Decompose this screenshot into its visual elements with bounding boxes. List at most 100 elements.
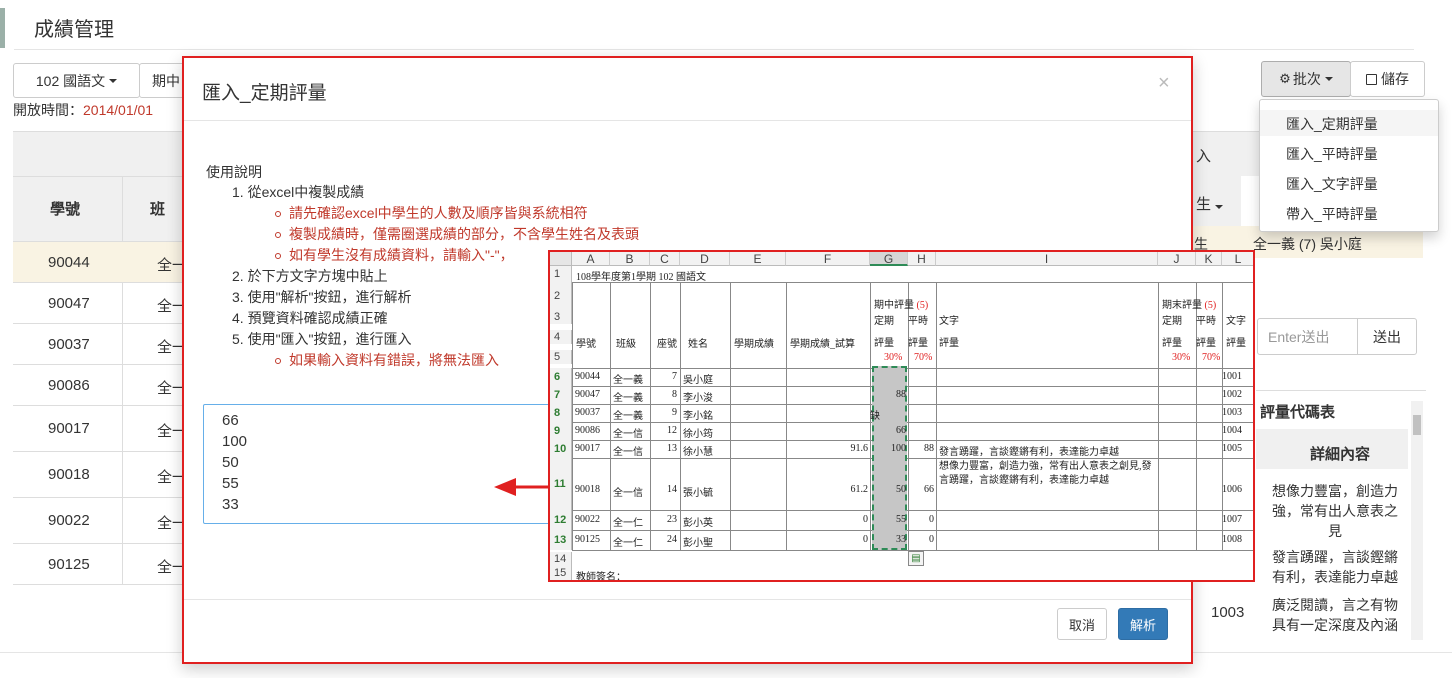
excel-hdr-id: 學號	[576, 339, 596, 350]
excel-cell-name: 彭小英	[683, 518, 713, 529]
excel-cell-regular: 缺	[870, 411, 880, 422]
excel-cell-id: 90017	[575, 443, 600, 454]
send-button[interactable]: 送出	[1357, 318, 1417, 355]
enter-input[interactable]: Enter送出	[1257, 318, 1358, 355]
excel-row-header-12: 12	[550, 510, 572, 530]
menu-item-import-text[interactable]: 匯入_文字評量	[1286, 174, 1378, 194]
bg-table-bottom	[13, 584, 188, 585]
chevron-down-icon	[1215, 205, 1224, 209]
step-5-sub-1-text: 如果輸入資料有錯誤，將無法匯入	[289, 352, 499, 368]
excel-cell-code: 1005	[1222, 443, 1242, 454]
excel-cell-regular: 88	[896, 389, 906, 400]
menu-item-import-regular[interactable]: 匯入_定期評量	[1286, 114, 1378, 134]
excel-row-header-5: 5	[550, 350, 572, 364]
batch-dropdown-menu: 匯入_定期評量 匯入_平時評量 匯入_文字評量 帶入_平時評量	[1259, 99, 1439, 232]
menu-item-import-usual[interactable]: 匯入_平時評量	[1286, 144, 1378, 164]
excel-hdr-final-p30: 30%	[1172, 352, 1191, 363]
excel-hdr-final-regular-1: 定期	[1162, 316, 1182, 327]
excel-gridline	[610, 282, 611, 550]
right-subheader-label: 生	[1196, 196, 1212, 213]
menu-item-bring-usual[interactable]: 帶入_平時評量	[1286, 204, 1378, 224]
cell-student-id: 90022	[48, 512, 90, 529]
step-1: 1. 從excel中複製成績	[232, 184, 365, 200]
code-scrollbar[interactable]	[1411, 401, 1423, 640]
excel-cell-usual: 0	[929, 534, 934, 545]
excel-gridline	[572, 458, 1253, 459]
excel-cell-sem-trial: 61.2	[850, 484, 869, 495]
excel-cell-seat: 13	[667, 443, 677, 454]
batch-button[interactable]: ⚙ 批次	[1261, 61, 1351, 97]
modal-footer-divider	[184, 599, 1191, 600]
excel-col-A: A	[572, 252, 610, 266]
excel-hdr-final-regular-2: 評量	[1162, 338, 1182, 349]
code-value: 1003	[1211, 604, 1245, 621]
page-title: 成績管理	[34, 19, 114, 41]
header-accent-bar	[0, 8, 5, 48]
excel-cell-class: 全一仁	[613, 538, 643, 549]
excel-cell-class: 全一仁	[613, 518, 643, 529]
excel-cell-name: 吳小庭	[683, 375, 713, 386]
excel-col-B: B	[610, 252, 650, 266]
excel-col-I: I	[936, 252, 1158, 266]
excel-cell-id: 90044	[575, 371, 600, 382]
excel-cell-name: 徐小慧	[683, 447, 713, 458]
excel-hdr-final-usual-1: 平時	[1196, 316, 1216, 327]
excel-cell-id: 90047	[575, 389, 600, 400]
excel-hdr-text-1: 文字	[939, 316, 959, 327]
open-time-value: 2014/01/01	[83, 102, 154, 118]
excel-hdr-seat: 座號	[657, 339, 677, 350]
excel-row-header-8: 8	[550, 404, 572, 422]
excel-cell-id: 90086	[575, 425, 600, 436]
excel-hdr-name: 姓名	[688, 339, 708, 350]
excel-cell-usual: 66	[924, 484, 934, 495]
excel-cell-code: 1008	[1222, 534, 1242, 545]
code-row-2: 發言踴躍，言談鏗鏘有利，表達能力卓越	[1272, 549, 1398, 585]
excel-col-J: J	[1158, 252, 1196, 266]
save-button[interactable]: 儲存	[1350, 61, 1425, 97]
cancel-label: 取消	[1068, 617, 1095, 633]
right-header-frag: 入	[1196, 148, 1212, 165]
period-label: 期中	[152, 72, 180, 89]
excel-hdr-sem: 學期成績	[734, 339, 774, 350]
step-4: 4. 預覽資料確認成績正確	[232, 310, 388, 326]
subject-label: 102 國語文	[35, 72, 106, 89]
excel-gridline	[680, 282, 681, 550]
step-1-sub-1-text: 請先確認excel中學生的人數及順序皆與系統相符	[289, 205, 588, 221]
excel-cell-seat: 7	[672, 371, 677, 382]
excel-cell-code: 1002	[1222, 389, 1242, 400]
excel-hdr-final-usual-2: 評量	[1196, 338, 1216, 349]
excel-gridline	[572, 404, 1253, 405]
close-icon[interactable]: ×	[1158, 72, 1170, 95]
table-row: 90018 全一	[13, 451, 188, 497]
excel-cell-seat: 24	[667, 534, 677, 545]
excel-corner	[550, 252, 572, 266]
excel-cell-code: 1007	[1222, 514, 1242, 525]
parse-button[interactable]: 解析	[1118, 608, 1168, 640]
excel-cell-code: 1004	[1222, 425, 1242, 436]
excel-cell-code: 1003	[1222, 407, 1242, 418]
excel-cell-id: 90125	[575, 534, 600, 545]
step-1-sub-2: 複製成績時，僅需圈選成績的部分，不含學生姓名及表頭	[275, 224, 639, 244]
subject-dropdown[interactable]: 102 國語文	[13, 63, 140, 98]
batch-label: 批次	[1292, 71, 1321, 87]
excel-cell-class: 全一義	[613, 393, 643, 404]
open-time-label: 開放時間：	[13, 102, 83, 118]
excel-cell-seat: 14	[667, 484, 677, 495]
excel-cell-id: 90018	[575, 484, 600, 495]
excel-row-header-4: 4	[550, 330, 572, 344]
step-1-sub-1: 請先確認excel中學生的人數及順序皆與系統相符	[275, 203, 588, 223]
code-table-title: 評量代碼表	[1260, 404, 1336, 421]
cell-student-id: 90044	[48, 253, 90, 271]
right-student-name: 全一義 (7) 吳小庭	[1253, 236, 1362, 252]
cancel-button[interactable]: 取消	[1057, 608, 1107, 640]
excel-cell-seat: 23	[667, 514, 677, 525]
bullet-icon	[275, 253, 281, 260]
excel-cell-seat: 12	[667, 425, 677, 436]
excel-col-G: G	[870, 252, 908, 266]
excel-col-F: F	[786, 252, 870, 266]
excel-gridline	[572, 530, 1253, 531]
scrollbar-thumb[interactable]	[1413, 415, 1421, 435]
excel-col-H: H	[908, 252, 936, 266]
excel-cell-name: 徐小筠	[683, 429, 713, 440]
gear-icon: ⚙	[1279, 71, 1291, 86]
